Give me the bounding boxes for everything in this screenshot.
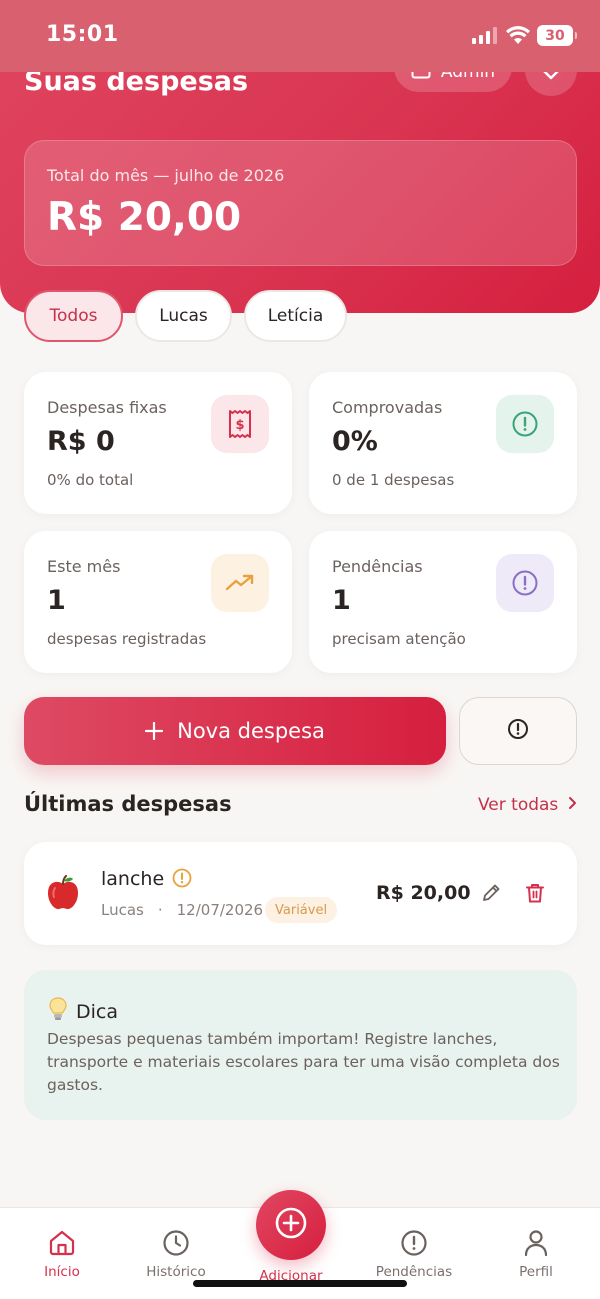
stat-label: Pendências — [332, 557, 423, 576]
nav-home[interactable]: Início — [12, 1226, 112, 1280]
alert-circle-icon — [496, 554, 554, 612]
edit-pencil-icon[interactable] — [480, 882, 502, 908]
stat-label: Este mês — [47, 557, 121, 576]
nav-label: Perfil — [519, 1264, 553, 1280]
filter-chip-leticia[interactable]: Letícia — [244, 290, 347, 342]
tip-title: Dica — [76, 1000, 118, 1023]
warning-icon — [172, 868, 192, 892]
nav-label: Pendências — [375, 1264, 453, 1280]
expense-meta: Lucas · 12/07/2026 — [101, 901, 263, 919]
proven-expenses-card[interactable]: Comprovadas 0% 0 de 1 despesas — [309, 372, 577, 514]
total-value: R$ 20,00 — [47, 195, 242, 240]
expense-amount: R$ 20,00 — [376, 882, 471, 904]
expense-date: 12/07/2026 — [176, 901, 264, 919]
fixed-expenses-card[interactable]: Despesas fixas R$ 0 0% do total $ — [24, 372, 292, 514]
trash-icon[interactable] — [524, 882, 546, 908]
tip-text: Despesas pequenas também importam! Regis… — [47, 1030, 560, 1094]
new-expense-label: Nova despesa — [177, 719, 325, 743]
chevron-right-icon — [568, 795, 577, 815]
total-label: Total do mês — julho de 2026 — [47, 166, 285, 185]
expense-type-badge: Variável — [265, 897, 338, 923]
home-icon — [48, 1226, 76, 1260]
stat-subtitle: despesas registradas — [47, 630, 207, 648]
stat-value: 0% — [332, 426, 378, 457]
plus-icon — [145, 717, 164, 745]
stat-subtitle: 0 de 1 despesas — [332, 471, 455, 489]
apple-icon — [46, 875, 80, 915]
filter-chip-lucas[interactable]: Lucas — [135, 290, 232, 342]
tip-card: Dica Despesas pequenas também importam! … — [24, 970, 577, 1120]
stat-label: Despesas fixas — [47, 398, 167, 417]
user-icon — [523, 1226, 549, 1260]
nav-pending[interactable]: Pendências — [364, 1226, 464, 1280]
stat-value: 1 — [47, 585, 66, 616]
see-all-link[interactable]: Ver todas — [478, 795, 577, 815]
plus-circle-icon — [274, 1206, 308, 1244]
stat-label: Comprovadas — [332, 398, 443, 417]
clock-icon — [162, 1226, 190, 1260]
meta-separator: · — [157, 901, 163, 919]
nav-label: Início — [44, 1264, 80, 1280]
alert-circle-icon — [496, 395, 554, 453]
cellular-signal-icon — [472, 27, 497, 44]
expense-person: Lucas — [101, 901, 144, 919]
tip-heading: Dica — [48, 996, 118, 1027]
person-filter: Todos Lucas Letícia — [24, 290, 347, 342]
this-month-card[interactable]: Este mês 1 despesas registradas — [24, 531, 292, 673]
wifi-icon — [506, 26, 530, 49]
lightbulb-icon — [48, 996, 68, 1027]
trending-up-icon — [211, 554, 269, 612]
stat-value: 1 — [332, 585, 351, 616]
new-expense-button[interactable]: Nova despesa — [24, 697, 446, 765]
stat-value: R$ 0 — [47, 426, 115, 457]
stat-subtitle: precisam atenção — [332, 630, 466, 648]
nav-history[interactable]: Histórico — [126, 1226, 226, 1280]
expense-item[interactable]: lanche Lucas · 12/07/2026 Variável R$ 20… — [24, 842, 577, 945]
latest-expenses-title: Últimas despesas — [24, 792, 232, 816]
status-bar: 15:01 30 — [0, 0, 600, 72]
filter-chip-todos[interactable]: Todos — [24, 290, 123, 342]
nav-label: Histórico — [146, 1264, 206, 1280]
home-indicator — [193, 1280, 407, 1287]
svg-text:$: $ — [235, 418, 244, 433]
alert-circle-icon — [400, 1226, 428, 1260]
alert-circle-icon — [507, 718, 529, 744]
expense-name: lanche — [101, 868, 165, 890]
battery-icon: 30 — [537, 25, 577, 46]
pending-card[interactable]: Pendências 1 precisam atenção — [309, 531, 577, 673]
status-time: 15:01 — [46, 22, 119, 47]
add-expense-fab[interactable] — [256, 1190, 326, 1260]
receipt-dollar-icon: $ — [211, 395, 269, 453]
stat-subtitle: 0% do total — [47, 471, 134, 489]
monthly-total-card: Total do mês — julho de 2026 R$ 20,00 — [24, 140, 577, 266]
nav-profile[interactable]: Perfil — [486, 1226, 586, 1280]
see-all-label: Ver todas — [478, 795, 559, 815]
pending-alert-button[interactable] — [459, 697, 577, 765]
